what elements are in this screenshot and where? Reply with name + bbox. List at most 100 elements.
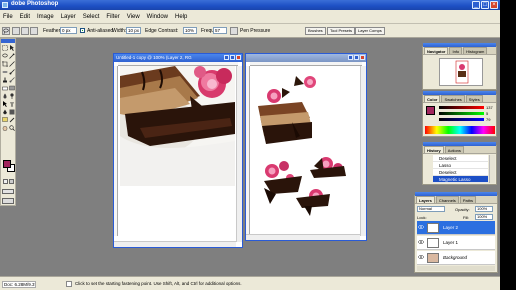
document-1-canvas[interactable] (120, 66, 235, 186)
eyedropper-icon[interactable] (9, 117, 15, 123)
subtract-selection-icon[interactable] (30, 27, 38, 35)
lasso-tool-icon[interactable] (2, 53, 8, 59)
fill-input[interactable]: 100% (475, 214, 493, 220)
document-1-vertical-scrollbar[interactable] (236, 66, 242, 242)
quick-mask-icon[interactable] (9, 179, 14, 184)
menu-filter[interactable]: Filter (106, 14, 119, 20)
tab-color[interactable]: Color (424, 95, 441, 102)
width-input[interactable]: 10 px (126, 27, 141, 34)
blur-icon[interactable] (2, 93, 8, 99)
edge-contrast-input[interactable]: 10% (183, 27, 197, 34)
document-1-maximize-button[interactable] (230, 55, 235, 60)
document-2-minimize-button[interactable] (348, 55, 353, 60)
menu-view[interactable]: View (127, 14, 140, 20)
stamp-icon[interactable] (2, 77, 8, 83)
layer-row-selected[interactable]: Layer 2 (417, 221, 495, 235)
hand-icon[interactable] (2, 125, 8, 131)
maximize-button[interactable]: □ (481, 1, 489, 9)
healing-icon[interactable] (2, 69, 8, 75)
document-window-1[interactable]: Untitled-1 copy @ 100% (Layer 2, RG (113, 53, 243, 248)
tab-history[interactable]: History (424, 146, 444, 153)
document-2-horizontal-scrollbar[interactable] (246, 234, 360, 240)
frequency-input[interactable]: 57 (213, 27, 227, 34)
layer-row[interactable]: Background (417, 251, 495, 265)
document-2-vertical-scrollbar[interactable] (360, 66, 366, 236)
document-2-canvas[interactable] (252, 66, 360, 234)
history-item[interactable]: Deselect (433, 155, 488, 162)
blue-value[interactable]: 79 (486, 117, 490, 122)
toolbox-grip[interactable] (1, 39, 15, 43)
menu-edit[interactable]: Edit (20, 14, 30, 20)
tab-styles[interactable]: Styles (465, 95, 483, 102)
tab-info[interactable]: Info (449, 47, 463, 54)
notes-icon[interactable] (2, 117, 8, 123)
pen-icon[interactable] (2, 109, 8, 115)
pen-pressure-icon[interactable] (230, 27, 238, 35)
history-item-selected[interactable]: Magnetic Lasso (433, 176, 488, 183)
layer-name[interactable]: Layer 1 (443, 240, 458, 245)
red-slider[interactable] (439, 106, 484, 109)
history-brush-icon[interactable] (9, 77, 15, 83)
document-1-close-button[interactable] (236, 55, 241, 60)
history-scrollbar[interactable] (489, 155, 495, 183)
type-icon[interactable]: T (9, 101, 15, 108)
tab-layers[interactable]: Layers (416, 196, 435, 203)
eraser-icon[interactable] (2, 85, 8, 91)
crop-icon[interactable] (2, 61, 8, 67)
palette-well-brushes[interactable]: Brushes (305, 27, 326, 35)
color-spectrum-ramp[interactable] (425, 126, 495, 134)
eye-icon[interactable] (418, 239, 424, 245)
menu-select[interactable]: Select (83, 14, 100, 20)
anti-aliased-checkbox[interactable] (80, 28, 85, 33)
add-selection-icon[interactable] (21, 27, 29, 35)
layer-name[interactable]: Background (443, 255, 467, 260)
eye-icon[interactable] (418, 224, 424, 230)
menu-file[interactable]: File (3, 14, 13, 20)
document-1-minimize-button[interactable] (224, 55, 229, 60)
document-2-maximize-button[interactable] (354, 55, 359, 60)
lasso-icon[interactable] (2, 27, 10, 35)
dodge-icon[interactable] (9, 93, 15, 99)
zoom-icon[interactable] (9, 125, 15, 131)
opacity-input[interactable]: 100% (475, 206, 493, 212)
slice-icon[interactable] (9, 61, 15, 67)
blend-mode-select[interactable]: Normal (417, 206, 445, 212)
history-item[interactable]: Lasso (433, 162, 488, 169)
minimize-button[interactable]: _ (472, 1, 480, 9)
green-value[interactable]: 5 (486, 111, 488, 116)
document-1-horizontal-scrollbar[interactable] (114, 241, 236, 247)
history-item[interactable]: Deselect (433, 169, 488, 176)
new-selection-icon[interactable] (12, 27, 20, 35)
navigator-preview[interactable] (439, 58, 483, 86)
magic-wand-icon[interactable] (9, 53, 15, 59)
document-2-close-button[interactable] (360, 55, 365, 60)
marquee-icon[interactable] (2, 45, 8, 51)
tab-paths[interactable]: Paths (459, 196, 477, 203)
document-size-readout[interactable]: Doc: 6.28M/9.37M (2, 281, 36, 288)
move-icon[interactable] (9, 45, 15, 51)
document-1-title-bar[interactable]: Untitled-1 copy @ 100% (Layer 2, RG (114, 54, 242, 62)
tab-actions[interactable]: Actions (444, 146, 464, 153)
close-button[interactable]: × (490, 1, 498, 9)
tab-navigator[interactable]: Navigator (424, 47, 449, 54)
menu-window[interactable]: Window (147, 14, 168, 20)
layer-name[interactable]: Layer 2 (443, 225, 458, 230)
color-panel-foreground-swatch[interactable] (426, 106, 435, 115)
palette-well-layer-comps[interactable]: Layer Comps (355, 27, 385, 35)
menu-image[interactable]: Image (37, 14, 54, 20)
shape-icon[interactable] (9, 109, 15, 115)
tab-channels[interactable]: Channels (435, 196, 459, 203)
gradient-icon[interactable] (9, 85, 15, 91)
path-selection-icon[interactable] (2, 101, 8, 107)
tab-swatches[interactable]: Swatches (441, 95, 465, 102)
brush-icon[interactable] (9, 69, 15, 75)
palette-well-tool-presets[interactable]: Tool Presets (327, 27, 356, 35)
red-value[interactable]: 137 (486, 105, 493, 110)
menu-help[interactable]: Help (175, 14, 187, 20)
foreground-color-swatch[interactable] (3, 160, 11, 168)
layer-row[interactable]: Layer 1 (417, 236, 495, 250)
standard-mode-icon[interactable] (3, 179, 8, 184)
feather-input[interactable]: 0 px (60, 27, 77, 34)
eye-icon[interactable] (418, 254, 424, 260)
tab-histogram[interactable]: Histogram (463, 47, 488, 54)
